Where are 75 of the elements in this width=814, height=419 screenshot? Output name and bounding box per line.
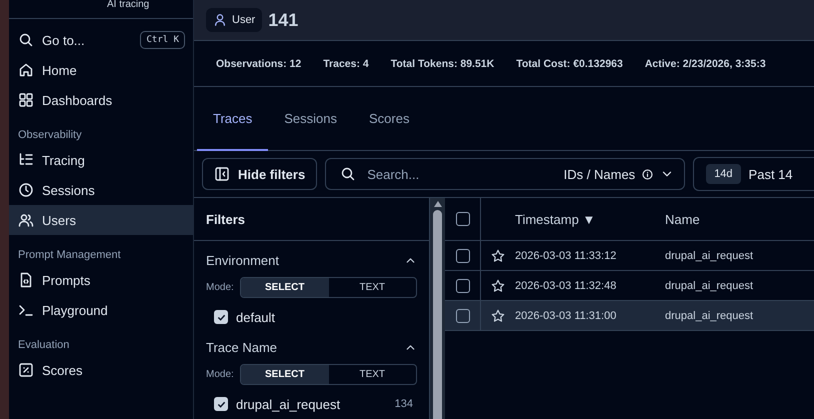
nav-item[interactable]: Tracing [9, 145, 193, 175]
check-icon [216, 312, 226, 322]
table-row[interactable]: 2026-03-03 11:31:00 drupal_ai_request [445, 301, 814, 331]
name-cell-text: drupal_ai_request [665, 310, 754, 322]
nav-item[interactable]: Users [9, 205, 193, 235]
row-checkbox[interactable] [456, 308, 470, 322]
clock-icon [18, 182, 34, 198]
tab[interactable]: Traces [197, 87, 268, 151]
name-cell-text: drupal_ai_request [665, 280, 754, 292]
option-count: 134 [394, 398, 413, 410]
range-badge: 14d [706, 164, 741, 184]
users-icon [18, 212, 34, 228]
score-icon [18, 362, 34, 378]
filter-group-header[interactable]: Trace Name [206, 334, 417, 360]
tab[interactable]: Scores [353, 87, 426, 151]
star-icon[interactable] [491, 278, 505, 292]
filter-option: default [236, 310, 417, 324]
sidebar-collapse-icon [214, 166, 230, 182]
timestamp-cell-text: 2026-03-03 11:31:00 [515, 310, 618, 322]
section-title: Prompt Management [17, 248, 122, 263]
star-icon[interactable] [491, 308, 505, 322]
info-icon [641, 168, 654, 180]
search-icon [18, 32, 34, 48]
filters-title: Filters [194, 198, 429, 241]
date-range-picker[interactable]: 14d Past 14 [693, 157, 814, 191]
scrollbar[interactable] [430, 198, 445, 419]
mode-option[interactable]: SELECT [241, 365, 328, 384]
home-icon [18, 62, 34, 78]
nav-item[interactable]: Prompts [9, 265, 193, 295]
table-row[interactable]: 2026-03-03 11:33:12 drupal_ai_request [445, 241, 814, 271]
scroll-up-arrow-icon[interactable] [434, 201, 442, 207]
name-cell-text: drupal_ai_request [665, 250, 754, 262]
stat-label: Traces: 4 [323, 58, 369, 70]
row-checkbox[interactable] [456, 248, 470, 262]
timestamp-cell-text: 2026-03-03 11:33:12 [515, 250, 618, 262]
filter-option: drupal_ai_request [236, 396, 387, 412]
user-icon [213, 13, 227, 27]
select-all-checkbox[interactable] [456, 212, 470, 226]
section-title: Observability [17, 128, 83, 143]
tab[interactable]: Sessions [268, 87, 353, 151]
search-mode-dropdown[interactable]: IDs / Names [564, 166, 674, 182]
hide-filters-button[interactable]: Hide filters [202, 158, 318, 190]
nav-item[interactable]: Sessions [9, 175, 193, 205]
nav-item[interactable]: Scores [9, 355, 193, 385]
shortcut-badge: Ctrl K [140, 31, 185, 49]
grid-icon [18, 92, 34, 108]
checkbox[interactable] [214, 310, 228, 324]
column-header[interactable]: Name [665, 212, 814, 226]
page-title: 141 [268, 10, 298, 30]
brand-caption: AI tracing [107, 0, 150, 10]
stat-label: Observations: 12 [216, 58, 302, 70]
check-icon [216, 400, 226, 408]
file-code-icon [18, 272, 34, 288]
nav-item[interactable]: Playground [9, 295, 193, 325]
search-icon [340, 166, 356, 182]
stat-label: Active: 2/23/2026, 3:35:3 [644, 58, 766, 70]
mode-option[interactable]: TEXT [328, 365, 416, 384]
stat-label: Total Tokens: 89.51K [390, 58, 494, 70]
stat-label: Total Cost: €0.132963 [516, 58, 623, 70]
nav-item[interactable]: Home [9, 55, 193, 85]
nav-item[interactable]: Dashboards [9, 85, 193, 115]
timestamp-cell-text: 2026-03-03 11:32:48 [515, 280, 618, 292]
goto-link[interactable]: Go to... [42, 32, 132, 48]
filter-group-header[interactable]: Environment [206, 247, 417, 273]
column-header[interactable]: Timestamp ▼ [515, 212, 665, 226]
search-field[interactable]: Search... IDs / Names [325, 158, 686, 190]
mode-label: Mode: [206, 369, 235, 380]
row-checkbox[interactable] [456, 278, 470, 292]
section-title: Evaluation [17, 338, 70, 353]
mode-label: Mode: [206, 282, 235, 293]
star-icon[interactable] [491, 248, 505, 262]
mode-option[interactable]: SELECT [241, 278, 328, 297]
mode-option[interactable]: TEXT [328, 278, 416, 297]
checkbox[interactable] [214, 397, 228, 411]
user-badge: User [206, 8, 262, 32]
